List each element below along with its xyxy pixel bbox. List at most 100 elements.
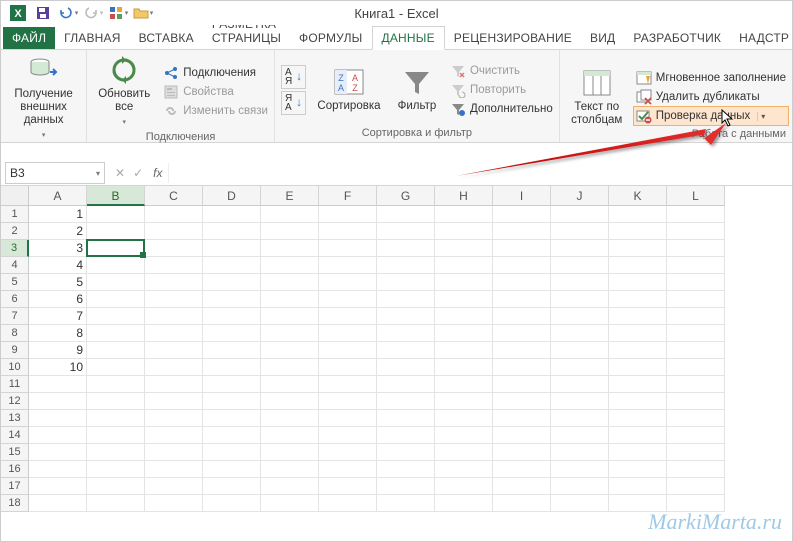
cell-L1[interactable] [667, 206, 725, 223]
reapply-filter-button[interactable]: Повторить [450, 82, 553, 98]
cell-A1[interactable]: 1 [29, 206, 87, 223]
cell-K8[interactable] [609, 325, 667, 342]
tab-home[interactable]: ГЛАВНАЯ [55, 27, 129, 49]
cell-G13[interactable] [377, 410, 435, 427]
tab-file[interactable]: ФАЙЛ [3, 27, 55, 49]
row-header-4[interactable]: 4 [1, 257, 29, 274]
cell-B9[interactable] [87, 342, 145, 359]
cell-L17[interactable] [667, 478, 725, 495]
cell-F18[interactable] [319, 495, 377, 512]
cell-B6[interactable] [87, 291, 145, 308]
cell-I16[interactable] [493, 461, 551, 478]
column-header-D[interactable]: D [203, 186, 261, 206]
cell-H5[interactable] [435, 274, 493, 291]
cell-G17[interactable] [377, 478, 435, 495]
cell-C15[interactable] [145, 444, 203, 461]
save-icon[interactable] [32, 2, 54, 24]
cell-F5[interactable] [319, 274, 377, 291]
cell-J10[interactable] [551, 359, 609, 376]
row-header-2[interactable]: 2 [1, 223, 29, 240]
cell-A5[interactable]: 5 [29, 274, 87, 291]
cell-B3[interactable] [87, 240, 145, 257]
cell-J2[interactable] [551, 223, 609, 240]
cell-D3[interactable] [203, 240, 261, 257]
row-header-7[interactable]: 7 [1, 308, 29, 325]
cell-B15[interactable] [87, 444, 145, 461]
cell-K3[interactable] [609, 240, 667, 257]
cell-J15[interactable] [551, 444, 609, 461]
cell-A14[interactable] [29, 427, 87, 444]
cell-E4[interactable] [261, 257, 319, 274]
cell-F2[interactable] [319, 223, 377, 240]
cell-A2[interactable]: 2 [29, 223, 87, 240]
get-external-data-button[interactable]: Получение внешних данных ▾ [8, 54, 80, 142]
cell-K11[interactable] [609, 376, 667, 393]
cell-K5[interactable] [609, 274, 667, 291]
row-header-15[interactable]: 15 [1, 444, 29, 461]
text-to-columns-button[interactable]: Текст по столбцам [566, 67, 628, 127]
flash-fill-button[interactable]: Мгновенное заполнение [636, 70, 786, 86]
tab-formulas[interactable]: ФОРМУЛЫ [290, 27, 371, 49]
cell-J11[interactable] [551, 376, 609, 393]
cell-E3[interactable] [261, 240, 319, 257]
cell-A8[interactable]: 8 [29, 325, 87, 342]
column-header-F[interactable]: F [319, 186, 377, 206]
redo-icon[interactable]: ▾ [82, 2, 104, 24]
cell-J6[interactable] [551, 291, 609, 308]
cell-L4[interactable] [667, 257, 725, 274]
cancel-formula-icon[interactable]: ✕ [115, 166, 125, 180]
cell-K15[interactable] [609, 444, 667, 461]
filter-button[interactable]: Фильтр [392, 66, 442, 113]
cell-C11[interactable] [145, 376, 203, 393]
cell-J3[interactable] [551, 240, 609, 257]
cell-J16[interactable] [551, 461, 609, 478]
cell-L15[interactable] [667, 444, 725, 461]
cell-E17[interactable] [261, 478, 319, 495]
cell-B18[interactable] [87, 495, 145, 512]
column-header-L[interactable]: L [667, 186, 725, 206]
cell-K17[interactable] [609, 478, 667, 495]
cell-E12[interactable] [261, 393, 319, 410]
row-header-16[interactable]: 16 [1, 461, 29, 478]
cell-H6[interactable] [435, 291, 493, 308]
sort-az-button[interactable]: АЯ↓ [281, 65, 306, 89]
cell-I2[interactable] [493, 223, 551, 240]
cell-L5[interactable] [667, 274, 725, 291]
cell-K10[interactable] [609, 359, 667, 376]
cell-A11[interactable] [29, 376, 87, 393]
row-header-18[interactable]: 18 [1, 495, 29, 512]
cell-K9[interactable] [609, 342, 667, 359]
cell-K2[interactable] [609, 223, 667, 240]
cell-I13[interactable] [493, 410, 551, 427]
cell-B8[interactable] [87, 325, 145, 342]
cell-A17[interactable] [29, 478, 87, 495]
formula-input[interactable] [168, 163, 792, 183]
excel-icon[interactable]: X [7, 2, 29, 24]
open-folder-icon[interactable]: ▾ [132, 2, 154, 24]
cell-A4[interactable]: 4 [29, 257, 87, 274]
cell-A18[interactable] [29, 495, 87, 512]
cell-E8[interactable] [261, 325, 319, 342]
cell-I8[interactable] [493, 325, 551, 342]
cell-G5[interactable] [377, 274, 435, 291]
row-header-12[interactable]: 12 [1, 393, 29, 410]
cell-E2[interactable] [261, 223, 319, 240]
cell-E14[interactable] [261, 427, 319, 444]
cell-F1[interactable] [319, 206, 377, 223]
row-header-6[interactable]: 6 [1, 291, 29, 308]
cell-C14[interactable] [145, 427, 203, 444]
cell-F8[interactable] [319, 325, 377, 342]
tab-insert[interactable]: ВСТАВКА [130, 27, 203, 49]
cell-B2[interactable] [87, 223, 145, 240]
cell-J5[interactable] [551, 274, 609, 291]
remove-duplicates-button[interactable]: Удалить дубликаты [636, 89, 786, 105]
cell-H1[interactable] [435, 206, 493, 223]
cell-A9[interactable]: 9 [29, 342, 87, 359]
cell-L7[interactable] [667, 308, 725, 325]
cell-H3[interactable] [435, 240, 493, 257]
cell-E11[interactable] [261, 376, 319, 393]
cell-J13[interactable] [551, 410, 609, 427]
cell-F9[interactable] [319, 342, 377, 359]
cell-L6[interactable] [667, 291, 725, 308]
cell-J18[interactable] [551, 495, 609, 512]
